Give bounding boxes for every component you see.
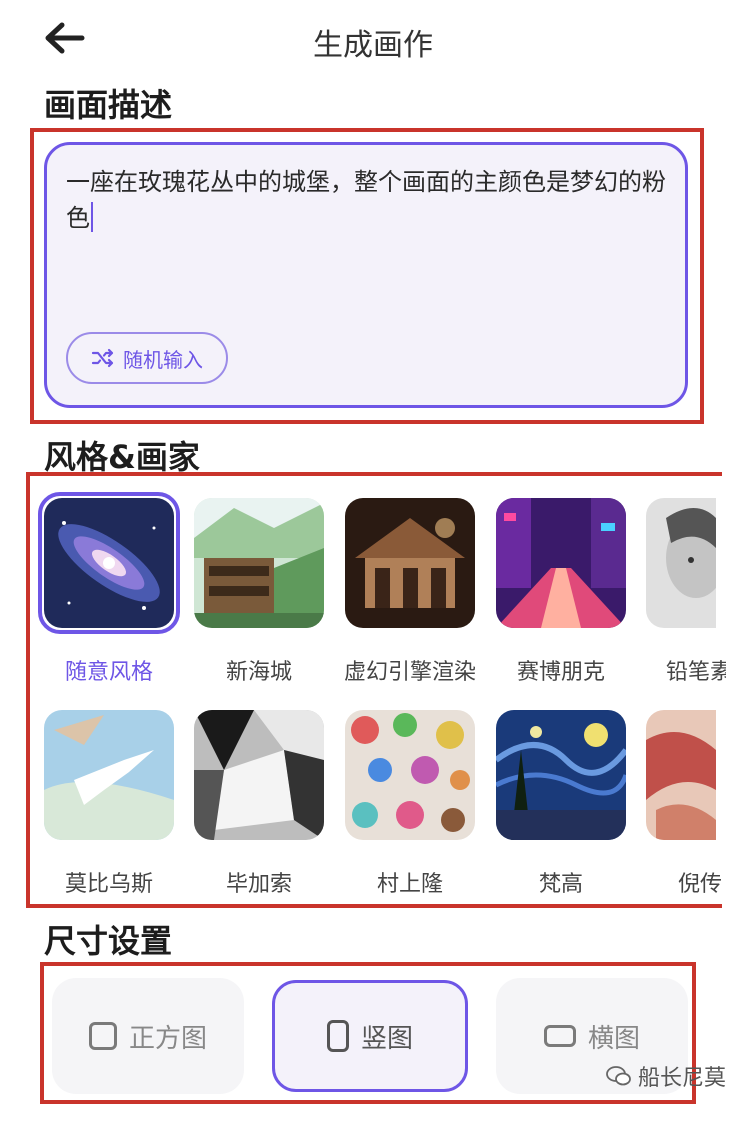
shuffle-icon <box>91 348 114 368</box>
size-option-landscape-label: 横图 <box>587 1023 640 1054</box>
square-shape-icon <box>88 1022 117 1050</box>
style-label-unreal: 虚幻引擎渲染 <box>343 660 476 685</box>
moebius-bird-image <box>44 710 174 840</box>
starry-night-image <box>496 710 626 840</box>
style-thumb-moebius[interactable] <box>44 710 174 840</box>
text-caret <box>91 202 93 232</box>
pencil-portrait-image <box>646 498 716 628</box>
random-input-label: 随机输入 <box>123 347 203 372</box>
watermark-text: 船长尼莫 <box>637 1066 726 1091</box>
galaxy-image <box>44 498 174 628</box>
style-label-murakami: 村上隆 <box>376 872 443 897</box>
watermark: 船长尼莫 <box>606 1060 726 1092</box>
landscape-shape-icon <box>543 1025 576 1047</box>
prompt-text-value: 一座在玫瑰花丛中的城堡，整个画面的主颜色是梦幻的粉色 <box>66 168 666 232</box>
style-thumb-vangogh[interactable] <box>496 710 626 840</box>
style-label-picasso: 毕加索 <box>225 872 292 897</box>
size-option-square-label: 正方图 <box>128 1023 207 1054</box>
prompt-text[interactable]: 一座在玫瑰花丛中的城堡，整个画面的主颜色是梦幻的粉色 <box>66 164 666 236</box>
style-label-shinkai: 新海城 <box>225 660 292 685</box>
size-option-portrait[interactable]: 竖图 <box>272 980 468 1092</box>
style-thumb-shinkai[interactable] <box>194 498 324 628</box>
style-thumb-picasso[interactable] <box>194 710 324 840</box>
size-option-square[interactable]: 正方图 <box>52 978 244 1094</box>
style-label-cyberpunk: 赛博朋克 <box>516 660 605 685</box>
ni-painting-image <box>646 710 716 840</box>
size-option-portrait-label: 竖图 <box>360 1023 413 1054</box>
style-label-ni: 倪传 <box>678 872 723 897</box>
style-label-moebius: 莫比乌斯 <box>64 872 153 897</box>
cyberpunk-street-image <box>496 498 626 628</box>
style-thumb-unreal[interactable] <box>345 498 475 628</box>
anime-building-image <box>194 498 324 628</box>
fantasy-temple-image <box>345 498 475 628</box>
wechat-icon <box>606 1066 631 1086</box>
style-thumb-murakami[interactable] <box>345 710 475 840</box>
style-label-vangogh: 梵高 <box>538 872 583 897</box>
prompt-section-label: 画面描述 <box>44 86 173 124</box>
random-input-button[interactable]: 随机输入 <box>66 332 228 384</box>
picasso-cubist-image <box>194 710 324 840</box>
page-title: 生成画作 <box>313 28 433 63</box>
murakami-flowers-image <box>345 710 475 840</box>
style-label-pencil: 铅笔素 <box>666 660 726 685</box>
style-thumb-cyberpunk[interactable] <box>496 498 626 628</box>
style-thumb-random[interactable] <box>44 498 174 628</box>
style-thumb-ni[interactable] <box>646 710 716 840</box>
size-section-label: 尺寸设置 <box>44 922 173 960</box>
style-thumb-pencil[interactable] <box>646 498 716 628</box>
style-label-random: 随意风格 <box>64 660 153 685</box>
portrait-shape-icon <box>326 1020 349 1052</box>
